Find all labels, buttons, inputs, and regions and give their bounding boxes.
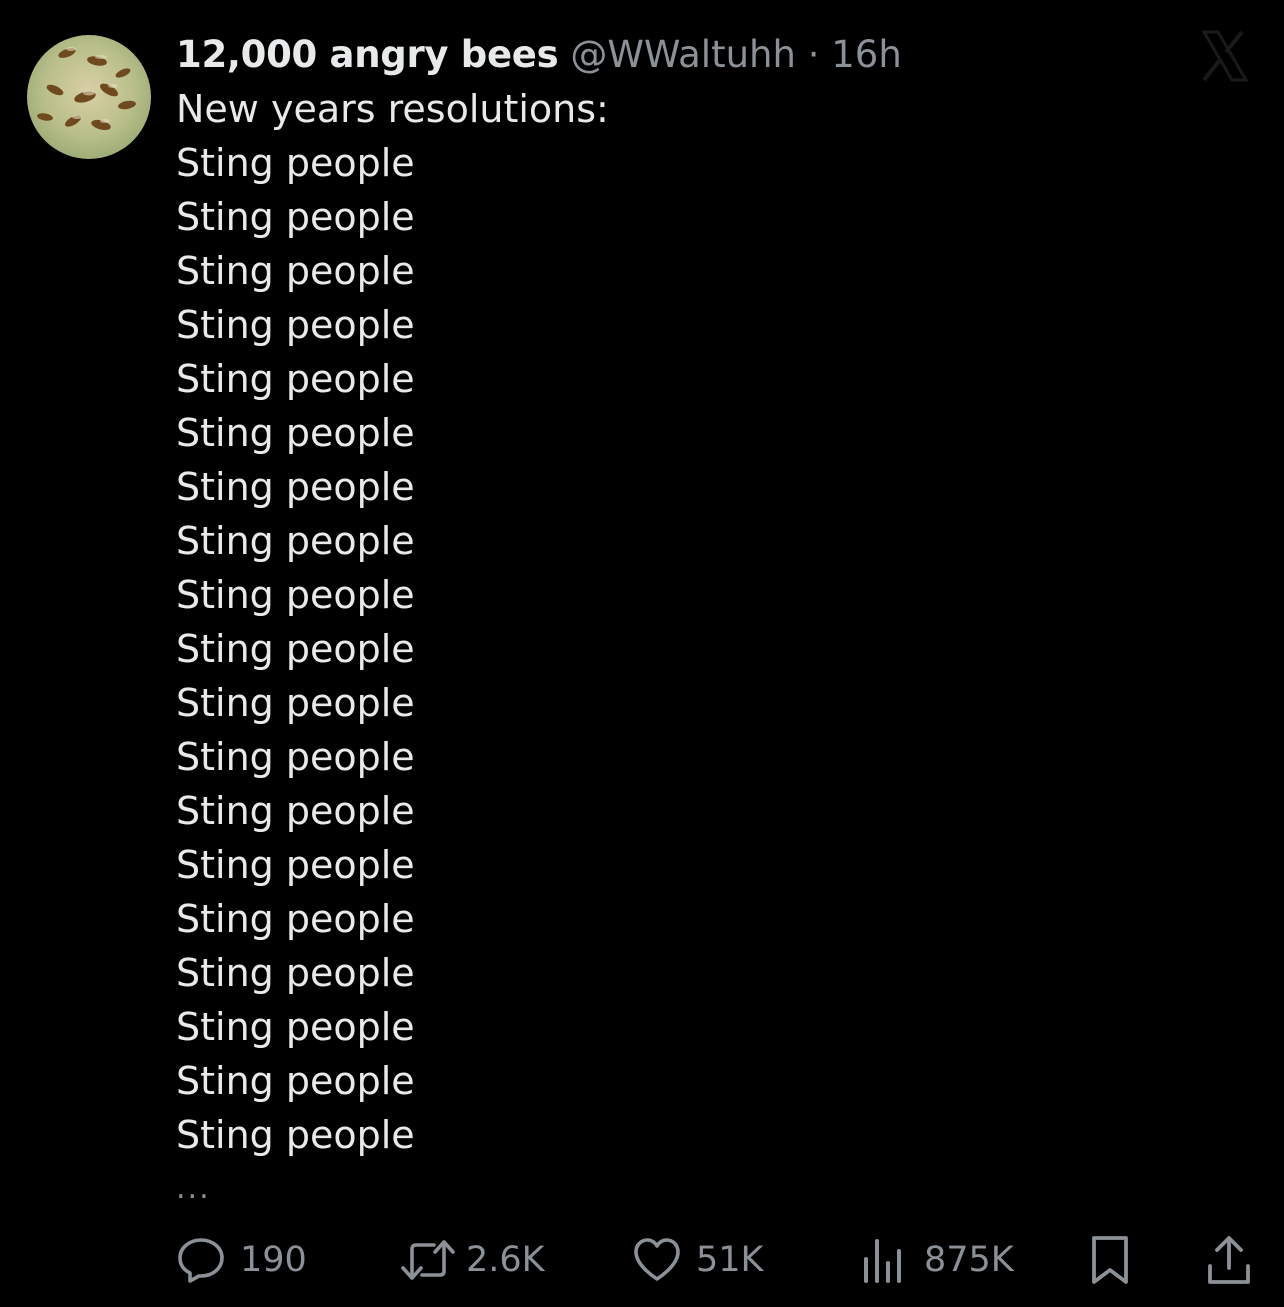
tweet-line: Sting people (176, 843, 415, 887)
tweet-line: Sting people (176, 1113, 415, 1157)
author-name[interactable]: 12,000 angry bees (176, 33, 559, 76)
bookmark-button[interactable] (1088, 1228, 1132, 1292)
share-button[interactable] (1206, 1228, 1252, 1292)
tweet-line: Sting people (176, 897, 415, 941)
tweet-line: Sting people (176, 519, 415, 563)
reply-button[interactable]: 190 (176, 1228, 307, 1292)
tweet-line: Sting people (176, 789, 415, 833)
like-button[interactable]: 51K (632, 1228, 764, 1292)
tweet-line: Sting people (176, 627, 415, 671)
bookmark-icon (1092, 1236, 1128, 1284)
avatar[interactable] (27, 35, 151, 159)
truncation-ellipsis[interactable]: ... (176, 1162, 1176, 1216)
views-button[interactable]: 875K (860, 1228, 1014, 1292)
reply-bubble-icon (178, 1238, 224, 1283)
bar-chart-icon (864, 1239, 901, 1283)
tweet-line: Sting people (176, 1059, 415, 1103)
repost-arrows-icon (401, 1240, 455, 1280)
author-handle[interactable]: @WWaltuhh (570, 33, 796, 76)
tweet-line: Sting people (176, 357, 415, 401)
bees-photo-avatar (27, 35, 151, 159)
tweet-line: Sting people (176, 465, 415, 509)
tweet-line: Sting people (176, 141, 415, 185)
heart-icon (634, 1238, 680, 1281)
tweet-line: Sting people (176, 681, 415, 725)
action-bar: 190 2.6K 51K 875K (0, 1228, 1284, 1292)
views-count: 875K (924, 1240, 1014, 1280)
tweet-line: Sting people (176, 735, 415, 779)
tweet-line: Sting people (176, 195, 415, 239)
tweet-first-line: New years resolutions: (176, 87, 609, 131)
tweet-lines: Sting people Sting people Sting people S… (176, 136, 1176, 1162)
share-upload-icon (1208, 1236, 1250, 1284)
tweet-body: 12,000 angry bees @WWaltuhh · 16h New yea… (176, 28, 1176, 1216)
like-count: 51K (696, 1240, 764, 1280)
separator: · (807, 33, 820, 76)
repost-count: 2.6K (466, 1240, 545, 1280)
tweet-header: 12,000 angry bees @WWaltuhh · 16h (176, 28, 1176, 82)
timestamp[interactable]: 16h (831, 33, 902, 76)
tweet-line: Sting people (176, 951, 415, 995)
tweet-line: Sting people (176, 573, 415, 617)
x-logo-icon (1196, 28, 1252, 84)
tweet-line: Sting people (176, 303, 415, 347)
tweet-line: Sting people (176, 249, 415, 293)
repost-button[interactable]: 2.6K (400, 1228, 545, 1292)
tweet-line: Sting people (176, 411, 415, 455)
tweet-line: Sting people (176, 1005, 415, 1049)
reply-count: 190 (240, 1240, 307, 1280)
